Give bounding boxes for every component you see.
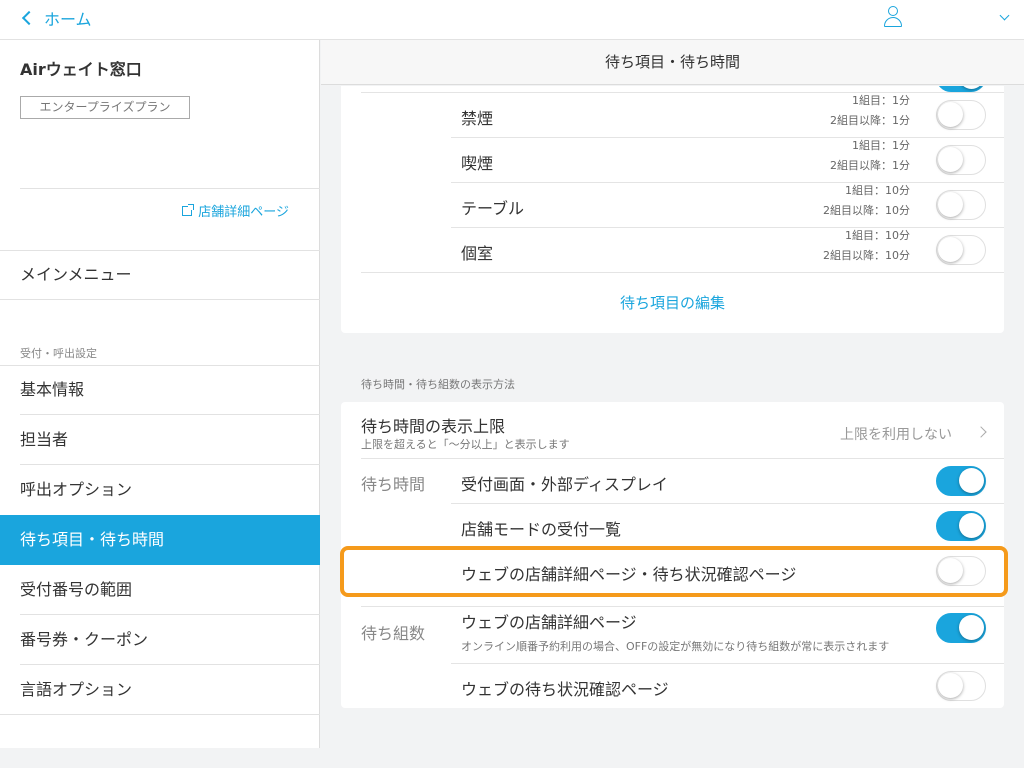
toggle-web-store-page-wait-time[interactable] bbox=[936, 556, 986, 586]
wait-time-first: 1組目：10分 bbox=[845, 184, 910, 197]
display-limit-row[interactable]: 待ち時間の表示上限 上限を超えると「〜分以上」と表示します 上限を利用しない bbox=[341, 402, 1004, 458]
divider bbox=[361, 272, 1004, 273]
sidebar-item-wait-items[interactable]: 待ち項目・待ち時間 bbox=[0, 515, 320, 565]
edit-wait-items-link[interactable]: 待ち項目の編集 bbox=[341, 292, 1004, 313]
back-label: ホーム bbox=[44, 10, 92, 29]
toggle-web-wait-status-page[interactable] bbox=[936, 671, 986, 701]
toggle-web-store-page-wait-count[interactable] bbox=[936, 613, 986, 643]
toggle-wait-item-smoking[interactable] bbox=[936, 145, 986, 175]
sidebar: Airウェイト窓口 エンタープライズプラン 店舗詳細ページ メインメニュー 受付… bbox=[0, 40, 320, 748]
chevron-left-icon bbox=[21, 10, 37, 26]
store-detail-link[interactable]: 店舗詳細ページ bbox=[182, 201, 289, 220]
sidebar-item-label: 言語オプション bbox=[20, 680, 133, 699]
wait-time-label: 待ち時間 bbox=[361, 475, 426, 494]
toggle-wait-item-table[interactable] bbox=[936, 190, 986, 220]
store-name: Airウェイト窓口 bbox=[20, 60, 142, 79]
wait-item-name: 禁煙 bbox=[461, 109, 494, 128]
wait-item-name: テーブル bbox=[461, 199, 525, 218]
wait-time-row-title: 店舗モードの受付一覧 bbox=[461, 520, 622, 539]
divider bbox=[0, 714, 320, 715]
sidebar-item-call-options[interactable]: 呼出オプション bbox=[0, 465, 320, 515]
plan-badge: エンタープライズプラン bbox=[20, 96, 190, 119]
page-title: 待ち項目・待ち時間 bbox=[321, 40, 1024, 85]
sidebar-item-staff[interactable]: 担当者 bbox=[0, 415, 320, 465]
wait-time-after: 2組目以降：10分 bbox=[823, 249, 910, 262]
wait-time-after: 2組目以降：1分 bbox=[830, 159, 910, 172]
wait-item-times: 1組目：1分 2組目以降：1分 bbox=[830, 136, 910, 176]
toggle-wait-item-nonsmoking[interactable] bbox=[936, 100, 986, 130]
wait-count-row-title: ウェブの待ち状況確認ページ bbox=[461, 680, 669, 699]
divider bbox=[0, 299, 320, 300]
back-home-button[interactable]: ホーム bbox=[20, 6, 92, 30]
wait-time-first: 1組目：10分 bbox=[845, 229, 910, 242]
main-menu-label: メインメニュー bbox=[20, 265, 132, 284]
display-settings-card: 待ち時間の表示上限 上限を超えると「〜分以上」と表示します 上限を利用しない 待… bbox=[341, 402, 1004, 708]
wait-item-name: 個室 bbox=[461, 244, 494, 263]
section-label: 受付・呼出設定 bbox=[20, 347, 97, 360]
wait-count-label: 待ち組数 bbox=[361, 624, 426, 643]
display-limit-subtitle: 上限を超えると「〜分以上」と表示します bbox=[361, 438, 570, 451]
divider bbox=[451, 503, 1004, 504]
wait-item-times: 1組目：1分 2組目以降：1分 bbox=[830, 91, 910, 131]
display-limit-title: 待ち時間の表示上限 bbox=[361, 417, 506, 436]
main-menu-item[interactable]: メインメニュー bbox=[0, 250, 320, 300]
wait-item-times: 1組目：10分 2組目以降：10分 bbox=[823, 181, 910, 221]
display-limit-value: 上限を利用しない bbox=[840, 427, 952, 443]
sidebar-item-basic-info[interactable]: 基本情報 bbox=[0, 365, 320, 415]
sidebar-item-label: 呼出オプション bbox=[20, 480, 133, 499]
divider bbox=[451, 548, 1004, 549]
toggle-reception-display[interactable] bbox=[936, 466, 986, 496]
wait-count-row-note: オンライン順番予約利用の場合、OFFの設定が無効になり待ち組数が常に表示されます bbox=[461, 640, 890, 653]
wait-item-times: 1組目：10分 2組目以降：10分 bbox=[823, 226, 910, 266]
divider bbox=[361, 606, 1004, 607]
chevron-down-icon[interactable] bbox=[999, 10, 1010, 21]
top-bar: ホーム bbox=[0, 0, 1024, 40]
wait-time-row-title: ウェブの店舗詳細ページ・待ち状況確認ページ bbox=[461, 565, 797, 584]
sidebar-item-label: 番号券・クーポン bbox=[20, 630, 149, 649]
display-method-label: 待ち時間・待ち組数の表示方法 bbox=[361, 378, 515, 391]
wait-count-row-title: ウェブの店舗詳細ページ bbox=[461, 613, 637, 632]
wait-time-after: 2組目以降：1分 bbox=[830, 114, 910, 127]
divider bbox=[20, 188, 320, 189]
sidebar-item-language[interactable]: 言語オプション bbox=[0, 665, 320, 715]
divider bbox=[451, 182, 1004, 183]
sidebar-item-number-range[interactable]: 受付番号の範囲 bbox=[0, 565, 320, 615]
sidebar-item-label: 待ち項目・待ち時間 bbox=[20, 530, 165, 549]
wait-time-after: 2組目以降：10分 bbox=[823, 204, 910, 217]
toggle-wait-item-private-room[interactable] bbox=[936, 235, 986, 265]
wait-items-card: 禁煙 1組目：1分 2組目以降：1分 喫煙 1組目：1分 2組目以降：1分 テー… bbox=[341, 86, 1004, 333]
user-icon[interactable] bbox=[884, 6, 902, 28]
chevron-right-icon bbox=[975, 426, 987, 438]
wait-time-first: 1組目：1分 bbox=[852, 139, 910, 152]
external-link-icon bbox=[182, 203, 195, 216]
divider bbox=[451, 137, 1004, 138]
divider bbox=[451, 227, 1004, 228]
sidebar-item-ticket-coupon[interactable]: 番号券・クーポン bbox=[0, 615, 320, 665]
divider bbox=[451, 663, 1004, 664]
wait-item-name: 喫煙 bbox=[461, 154, 494, 173]
store-link-label: 店舗詳細ページ bbox=[198, 205, 289, 220]
sidebar-item-label: 基本情報 bbox=[20, 380, 85, 399]
toggle-store-mode-list[interactable] bbox=[936, 511, 986, 541]
wait-time-first: 1組目：1分 bbox=[852, 94, 910, 107]
sidebar-item-label: 受付番号の範囲 bbox=[20, 580, 133, 599]
divider bbox=[361, 458, 1004, 459]
wait-time-row-title: 受付画面・外部ディスプレイ bbox=[461, 475, 668, 494]
sidebar-item-label: 担当者 bbox=[20, 430, 69, 449]
